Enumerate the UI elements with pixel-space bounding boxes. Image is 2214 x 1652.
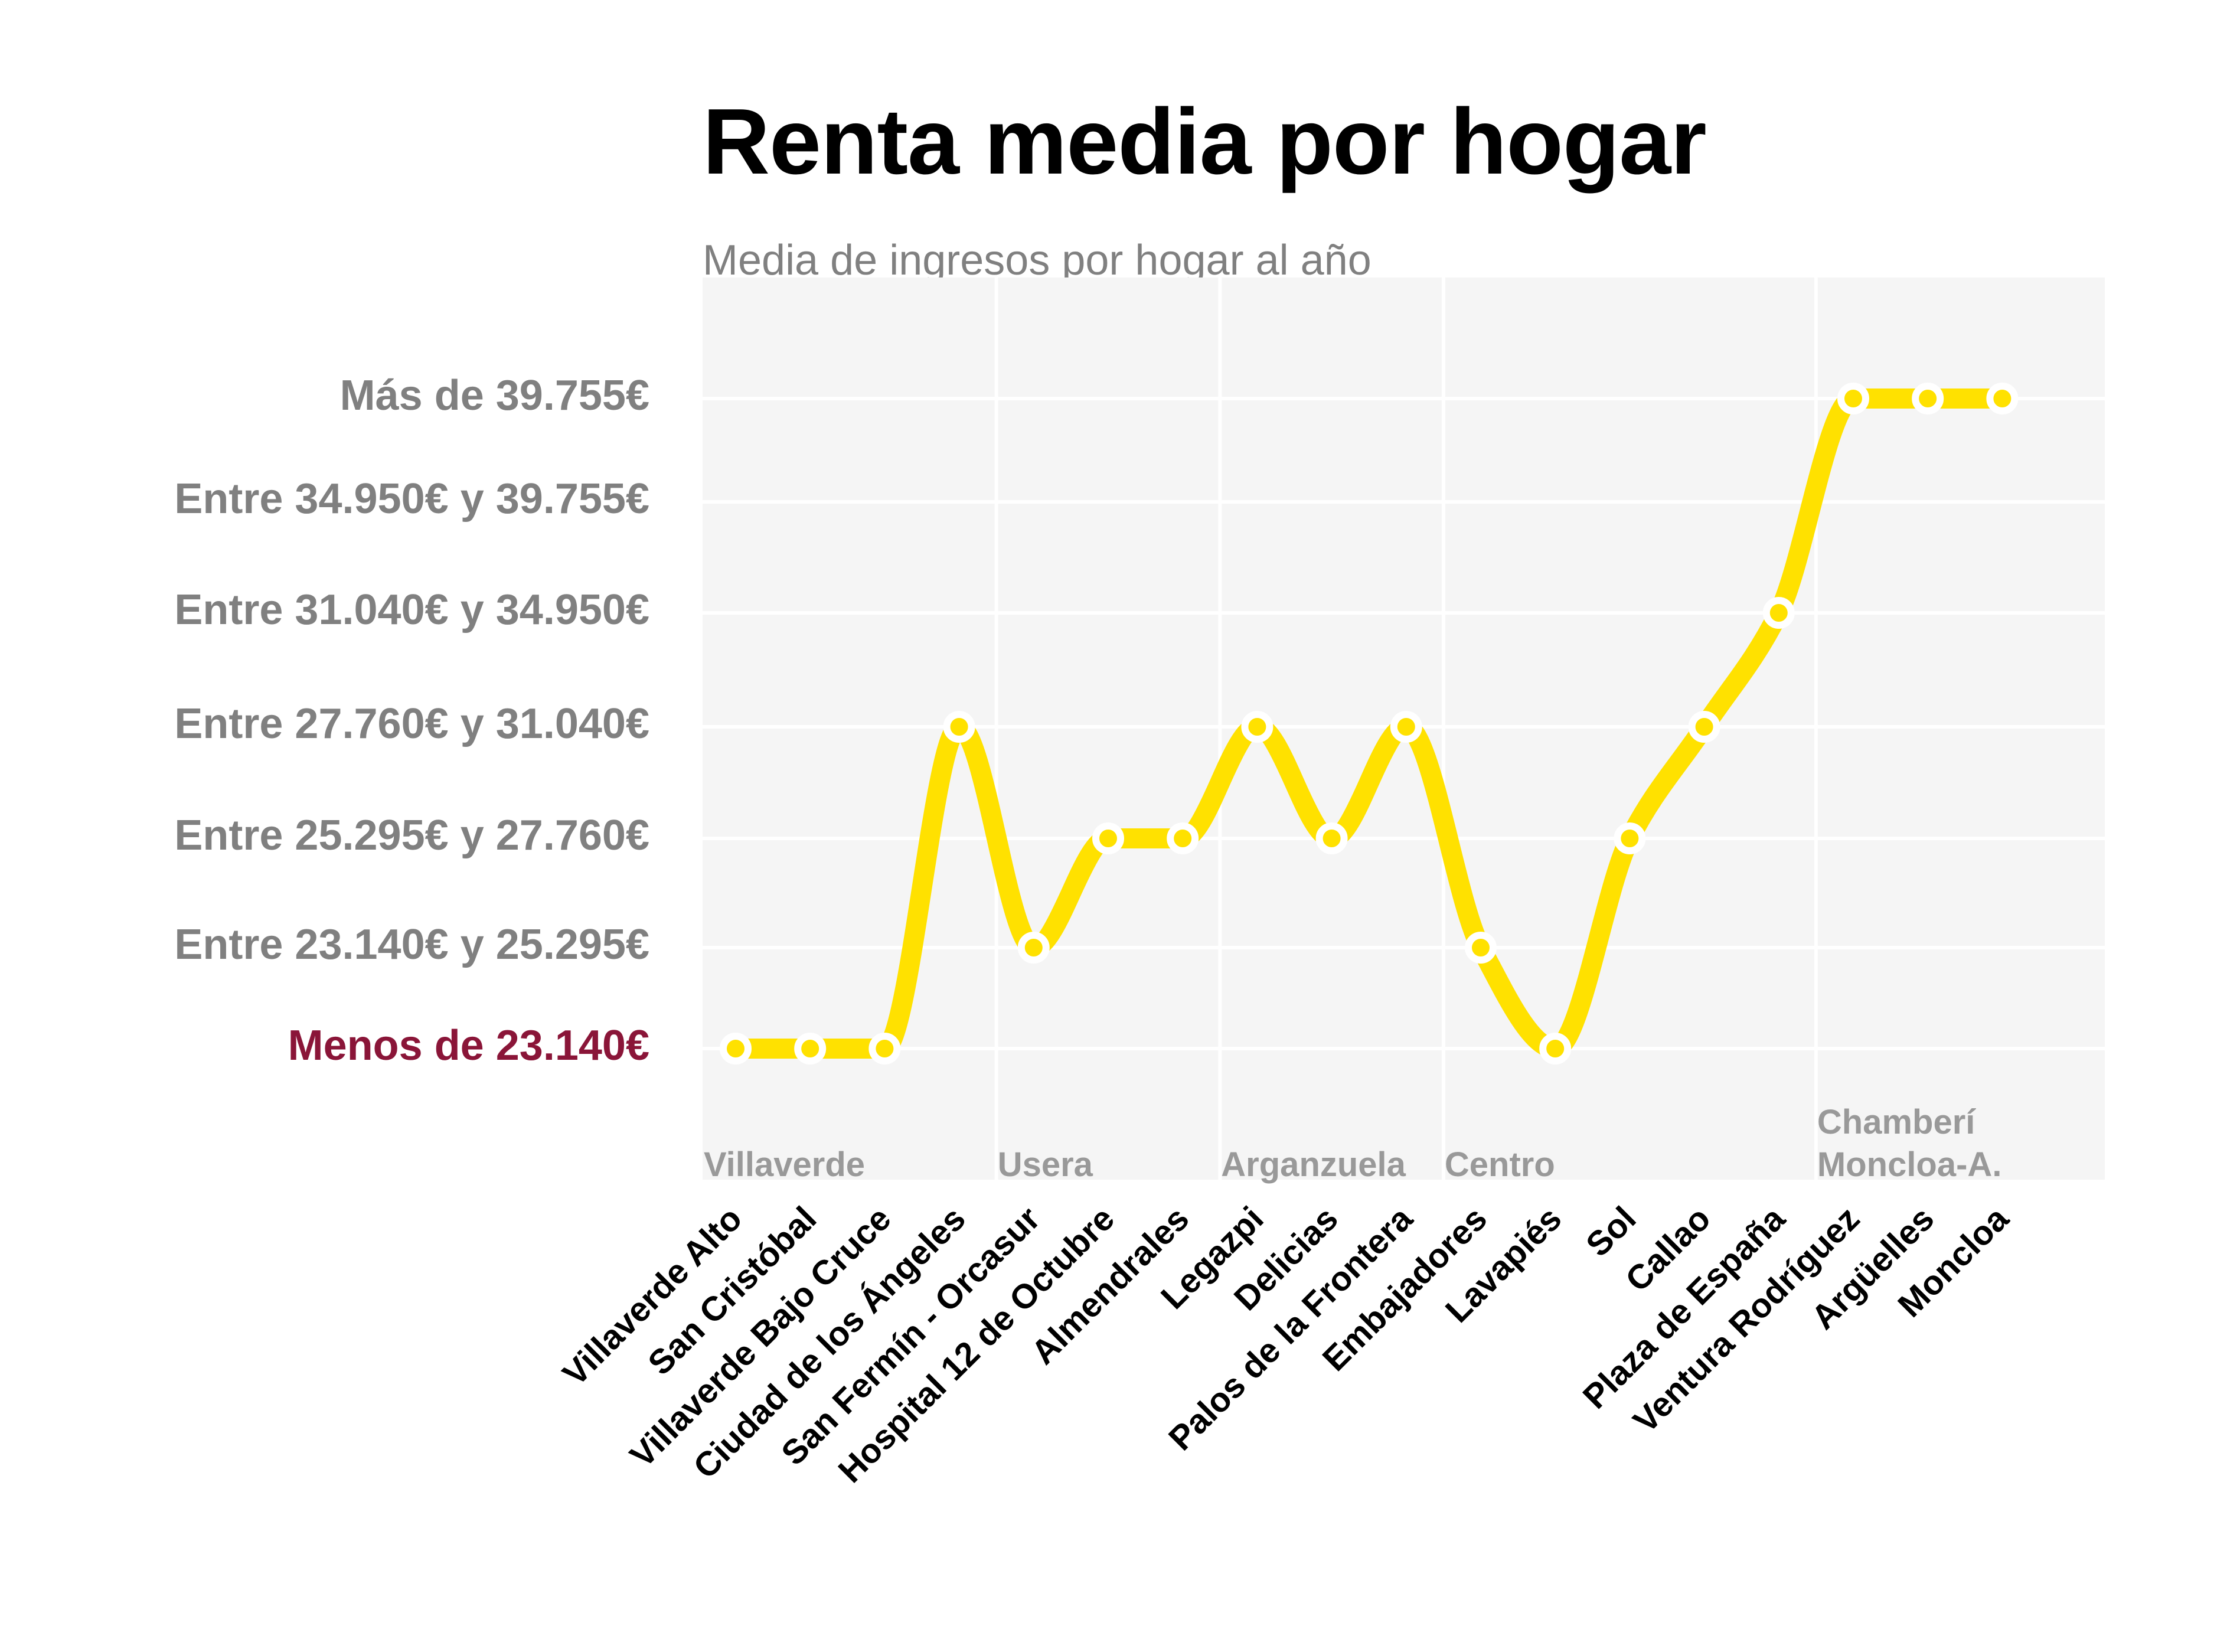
data-point (868, 1033, 901, 1065)
data-point (1241, 711, 1273, 743)
y-tick-label: Más de 39.755€ (340, 372, 649, 419)
y-tick-label: Entre 23.140€ y 25.295€ (174, 921, 649, 968)
data-point (1614, 822, 1646, 854)
y-tick-label: Menos de 23.140€ (288, 1022, 649, 1069)
data-point (1539, 1033, 1572, 1065)
data-point (794, 1033, 827, 1065)
district-label: Arganzuela (1221, 1145, 1406, 1184)
line-chart: Villaverde Usera Arganzuela CentroChamberí M… (174, 277, 2105, 1490)
data-point (1092, 822, 1124, 854)
data-point (1688, 711, 1720, 743)
x-tick-label: Sol (1579, 1199, 1644, 1264)
y-tick-label: Entre 31.040€ y 34.950€ (174, 586, 649, 634)
data-point (1167, 822, 1199, 854)
data-point (1390, 711, 1422, 743)
y-tick-label: Entre 34.950€ y 39.755€ (174, 475, 649, 523)
data-point (1762, 597, 1795, 629)
data-point (1837, 383, 1869, 414)
data-point (1986, 383, 2019, 414)
y-tick-label: Entre 25.295€ y 27.760€ (174, 812, 649, 859)
y-tick-label: Entre 27.760€ y 31.040€ (174, 700, 649, 747)
district-label: Villaverde (704, 1145, 865, 1184)
data-point (943, 711, 975, 743)
district-label: Usera (998, 1145, 1093, 1184)
data-point (1465, 932, 1497, 964)
data-point (1315, 822, 1348, 854)
data-point (1017, 932, 1050, 964)
data-point (720, 1033, 752, 1065)
district-label: Centro (1445, 1145, 1555, 1184)
data-point (1912, 383, 1944, 414)
